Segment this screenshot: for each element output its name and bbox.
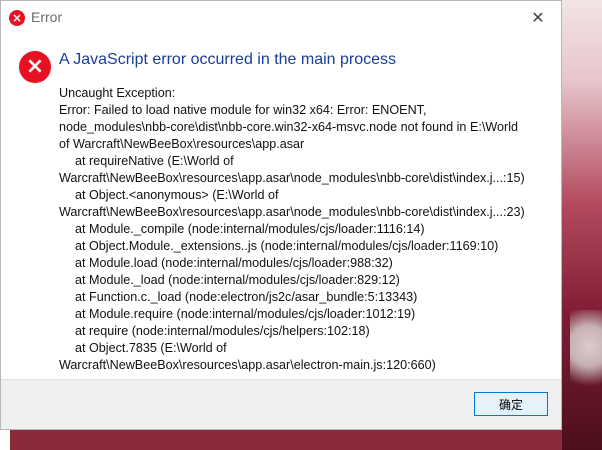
error-message-line: at Object.<anonymous> (E:\World of bbox=[75, 188, 279, 202]
dialog-footer: 确定 bbox=[1, 379, 561, 429]
close-icon[interactable]: ✕ bbox=[515, 1, 561, 33]
error-message-line: at Module._load (node:internal/modules/c… bbox=[75, 273, 400, 287]
error-message-line: Warcraft\NewBeeBox\resources\app.asar\no… bbox=[59, 205, 525, 219]
error-message-line: Error: Failed to load native module for … bbox=[59, 103, 427, 117]
dialog-content: × A JavaScript error occurred in the mai… bbox=[1, 33, 561, 379]
error-message-line: at Object.7835 (E:\World of bbox=[75, 341, 227, 355]
error-dialog-window: × Error ✕ × A JavaScript error occurred … bbox=[0, 0, 562, 430]
dialog-heading: A JavaScript error occurred in the main … bbox=[59, 51, 397, 68]
error-message-line: at Function.c._load (node:electron/js2c/… bbox=[75, 290, 418, 304]
error-message-line: at Module.require (node:internal/modules… bbox=[75, 307, 416, 321]
error-message-line: Warcraft\NewBeeBox\resources\app.asar\no… bbox=[59, 171, 525, 185]
error-message-line: at requireNative (E:\World of bbox=[75, 154, 234, 168]
error-message-line: Uncaught Exception: bbox=[59, 86, 176, 100]
error-message-line: of Warcraft\NewBeeBox\resources\app.asar bbox=[59, 137, 305, 151]
error-x-icon: × bbox=[9, 10, 25, 26]
title-bar[interactable]: × Error ✕ bbox=[1, 1, 561, 33]
error-message-line: at Module.load (node:internal/modules/cj… bbox=[75, 256, 393, 270]
error-message-line: at Object.Module._extensions..js (node:i… bbox=[75, 239, 499, 253]
error-message: Uncaught Exception: Error: Failed to load… bbox=[59, 85, 549, 374]
error-x-icon: × bbox=[19, 51, 51, 83]
error-message-line: node_modules\nbb-core\dist\nbb-core.win3… bbox=[59, 120, 518, 134]
window-title: Error bbox=[31, 9, 63, 25]
desktop-background-right bbox=[562, 0, 602, 450]
ok-button[interactable]: 确定 bbox=[474, 392, 548, 416]
error-message-line: at Module._compile (node:internal/module… bbox=[75, 222, 425, 236]
error-message-line: Warcraft\NewBeeBox\resources\app.asar\el… bbox=[59, 358, 436, 372]
error-message-line: at require (node:internal/modules/cjs/he… bbox=[75, 324, 370, 338]
